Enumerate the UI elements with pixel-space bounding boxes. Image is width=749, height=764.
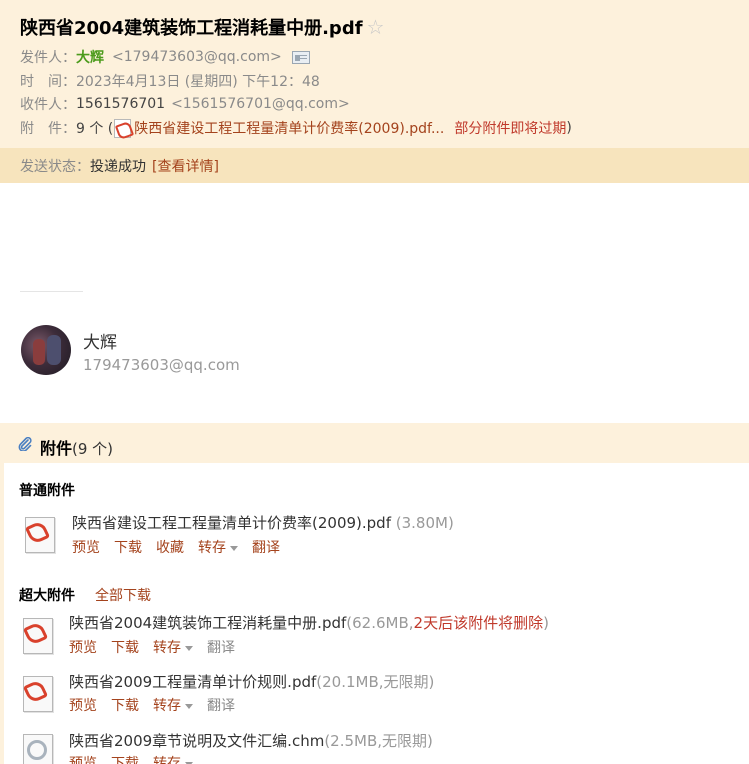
preview-button[interactable]: 预览 xyxy=(69,753,97,764)
attachment-file-name[interactable]: 陕西省2004建筑装饰工程消耗量中册.pdf(62.6MB,2天后该附件将删除) xyxy=(69,612,549,633)
normal-attachments-title: 普通附件 xyxy=(19,483,75,499)
time-row: 时 间： 2023年4月13日 (星期四) 下午12：48 xyxy=(20,71,320,91)
attachments-panel: 附件(9 个) 普通附件 陕西省建设工程工程量清单计价费率(2009).pdf … xyxy=(0,423,749,764)
download-button[interactable]: 下载 xyxy=(114,537,142,557)
attachment-file-name[interactable]: 陕西省2009章节说明及文件汇编.chm(2.5MB,无限期) xyxy=(69,730,433,751)
save-to-dropdown[interactable]: 转存 xyxy=(153,637,193,657)
attachments-title-count: (9 个) xyxy=(72,440,114,458)
translate-button[interactable]: 翻译 xyxy=(207,695,235,715)
send-status-label: 发送状态： xyxy=(20,159,90,175)
preview-button[interactable]: 预览 xyxy=(72,537,100,557)
download-all-link[interactable]: 全部下载 xyxy=(95,585,151,605)
save-to-dropdown[interactable]: 转存 xyxy=(198,537,238,557)
attachments-row: 附 件： 9 个 ( 陕西省建设工程工程量清单计价费率(2009).pdf...… xyxy=(20,118,572,138)
chm-icon xyxy=(20,732,54,764)
attachment-actions: 预览 下载 转存 翻译 xyxy=(69,637,249,657)
subject-text: 陕西省2004建筑装饰工程消耗量中册.pdf xyxy=(20,18,363,39)
attachments-label: 附 件： xyxy=(20,121,76,137)
send-status-row: 发送状态： 投递成功 [查看详情] xyxy=(20,156,219,176)
save-to-dropdown[interactable]: 转存 xyxy=(153,695,193,715)
download-button[interactable]: 下载 xyxy=(111,695,139,715)
first-attachment-link[interactable]: 陕西省建设工程工程量清单计价费率(2009).pdf... xyxy=(134,118,444,138)
view-details-link[interactable]: [查看详情] xyxy=(152,156,219,176)
send-status-bar: 发送状态： 投递成功 [查看详情] xyxy=(0,148,749,183)
pdf-icon xyxy=(114,118,132,138)
download-button[interactable]: 下载 xyxy=(111,637,139,657)
pdf-icon xyxy=(20,616,54,654)
paperclip-icon xyxy=(18,437,32,451)
send-status-value: 投递成功 xyxy=(90,159,146,175)
attachment-actions: 预览 下载 转存 xyxy=(69,753,207,764)
favorite-button[interactable]: 收藏 xyxy=(156,537,184,557)
pdf-icon xyxy=(20,674,54,712)
time-label: 时 间： xyxy=(20,74,76,90)
chevron-down-icon xyxy=(230,545,238,551)
avatar xyxy=(21,325,71,375)
to-row: 收件人： 1561576701 <1561576701@qq.com> xyxy=(20,94,350,114)
large-attachments-title: 超大附件 xyxy=(19,588,75,604)
contact-card-icon[interactable] xyxy=(291,50,310,64)
signature-name: 大辉 xyxy=(83,333,117,353)
from-row: 发件人： 大辉 <179473603@qq.com> xyxy=(20,47,310,67)
star-icon[interactable]: ☆ xyxy=(367,15,385,39)
recipient-name[interactable]: 1561576701 xyxy=(76,96,165,112)
preview-button[interactable]: 预览 xyxy=(69,695,97,715)
attachment-actions: 预览 下载 收藏 转存 翻译 xyxy=(72,537,294,557)
attachment-file-name[interactable]: 陕西省2009工程量清单计价规则.pdf(20.1MB,无限期) xyxy=(69,671,434,692)
sender-name[interactable]: 大辉 xyxy=(76,47,104,67)
attachments-panel-title: 附件(9 个) xyxy=(40,435,113,459)
expire-warning[interactable]: 部分附件即将过期 xyxy=(454,118,566,138)
mail-header: 陕西省2004建筑装饰工程消耗量中册.pdf ☆ 发件人： 大辉 <179473… xyxy=(0,0,749,183)
preview-button[interactable]: 预览 xyxy=(69,637,97,657)
chevron-down-icon xyxy=(185,703,193,709)
pdf-icon xyxy=(22,515,56,553)
mail-subject: 陕西省2004建筑装饰工程消耗量中册.pdf ☆ xyxy=(20,14,384,40)
attachments-panel-header: 附件(9 个) xyxy=(4,423,749,463)
download-button[interactable]: 下载 xyxy=(111,753,139,764)
to-label: 收件人： xyxy=(20,97,76,113)
sender-email[interactable]: <179473603@qq.com> xyxy=(112,49,282,65)
translate-button[interactable]: 翻译 xyxy=(207,637,235,657)
attachments-count: 9 个 ( xyxy=(76,121,114,137)
recipient-email[interactable]: <1561576701@qq.com> xyxy=(171,96,350,112)
translate-button[interactable]: 翻译 xyxy=(252,537,280,557)
attachments-title-text: 附件 xyxy=(40,439,73,458)
save-to-dropdown[interactable]: 转存 xyxy=(153,753,193,764)
signature-email: 179473603@qq.com xyxy=(83,356,240,374)
time-value: 2023年4月13日 (星期四) 下午12：48 xyxy=(76,74,320,90)
signature-divider xyxy=(20,291,83,292)
attachment-file-name[interactable]: 陕西省建设工程工程量清单计价费率(2009).pdf (3.80M) xyxy=(72,512,454,533)
attachments-close-paren: ) xyxy=(566,120,572,136)
from-label: 发件人： xyxy=(20,50,76,66)
attachment-actions: 预览 下载 转存 翻译 xyxy=(69,695,249,715)
chevron-down-icon xyxy=(185,645,193,651)
